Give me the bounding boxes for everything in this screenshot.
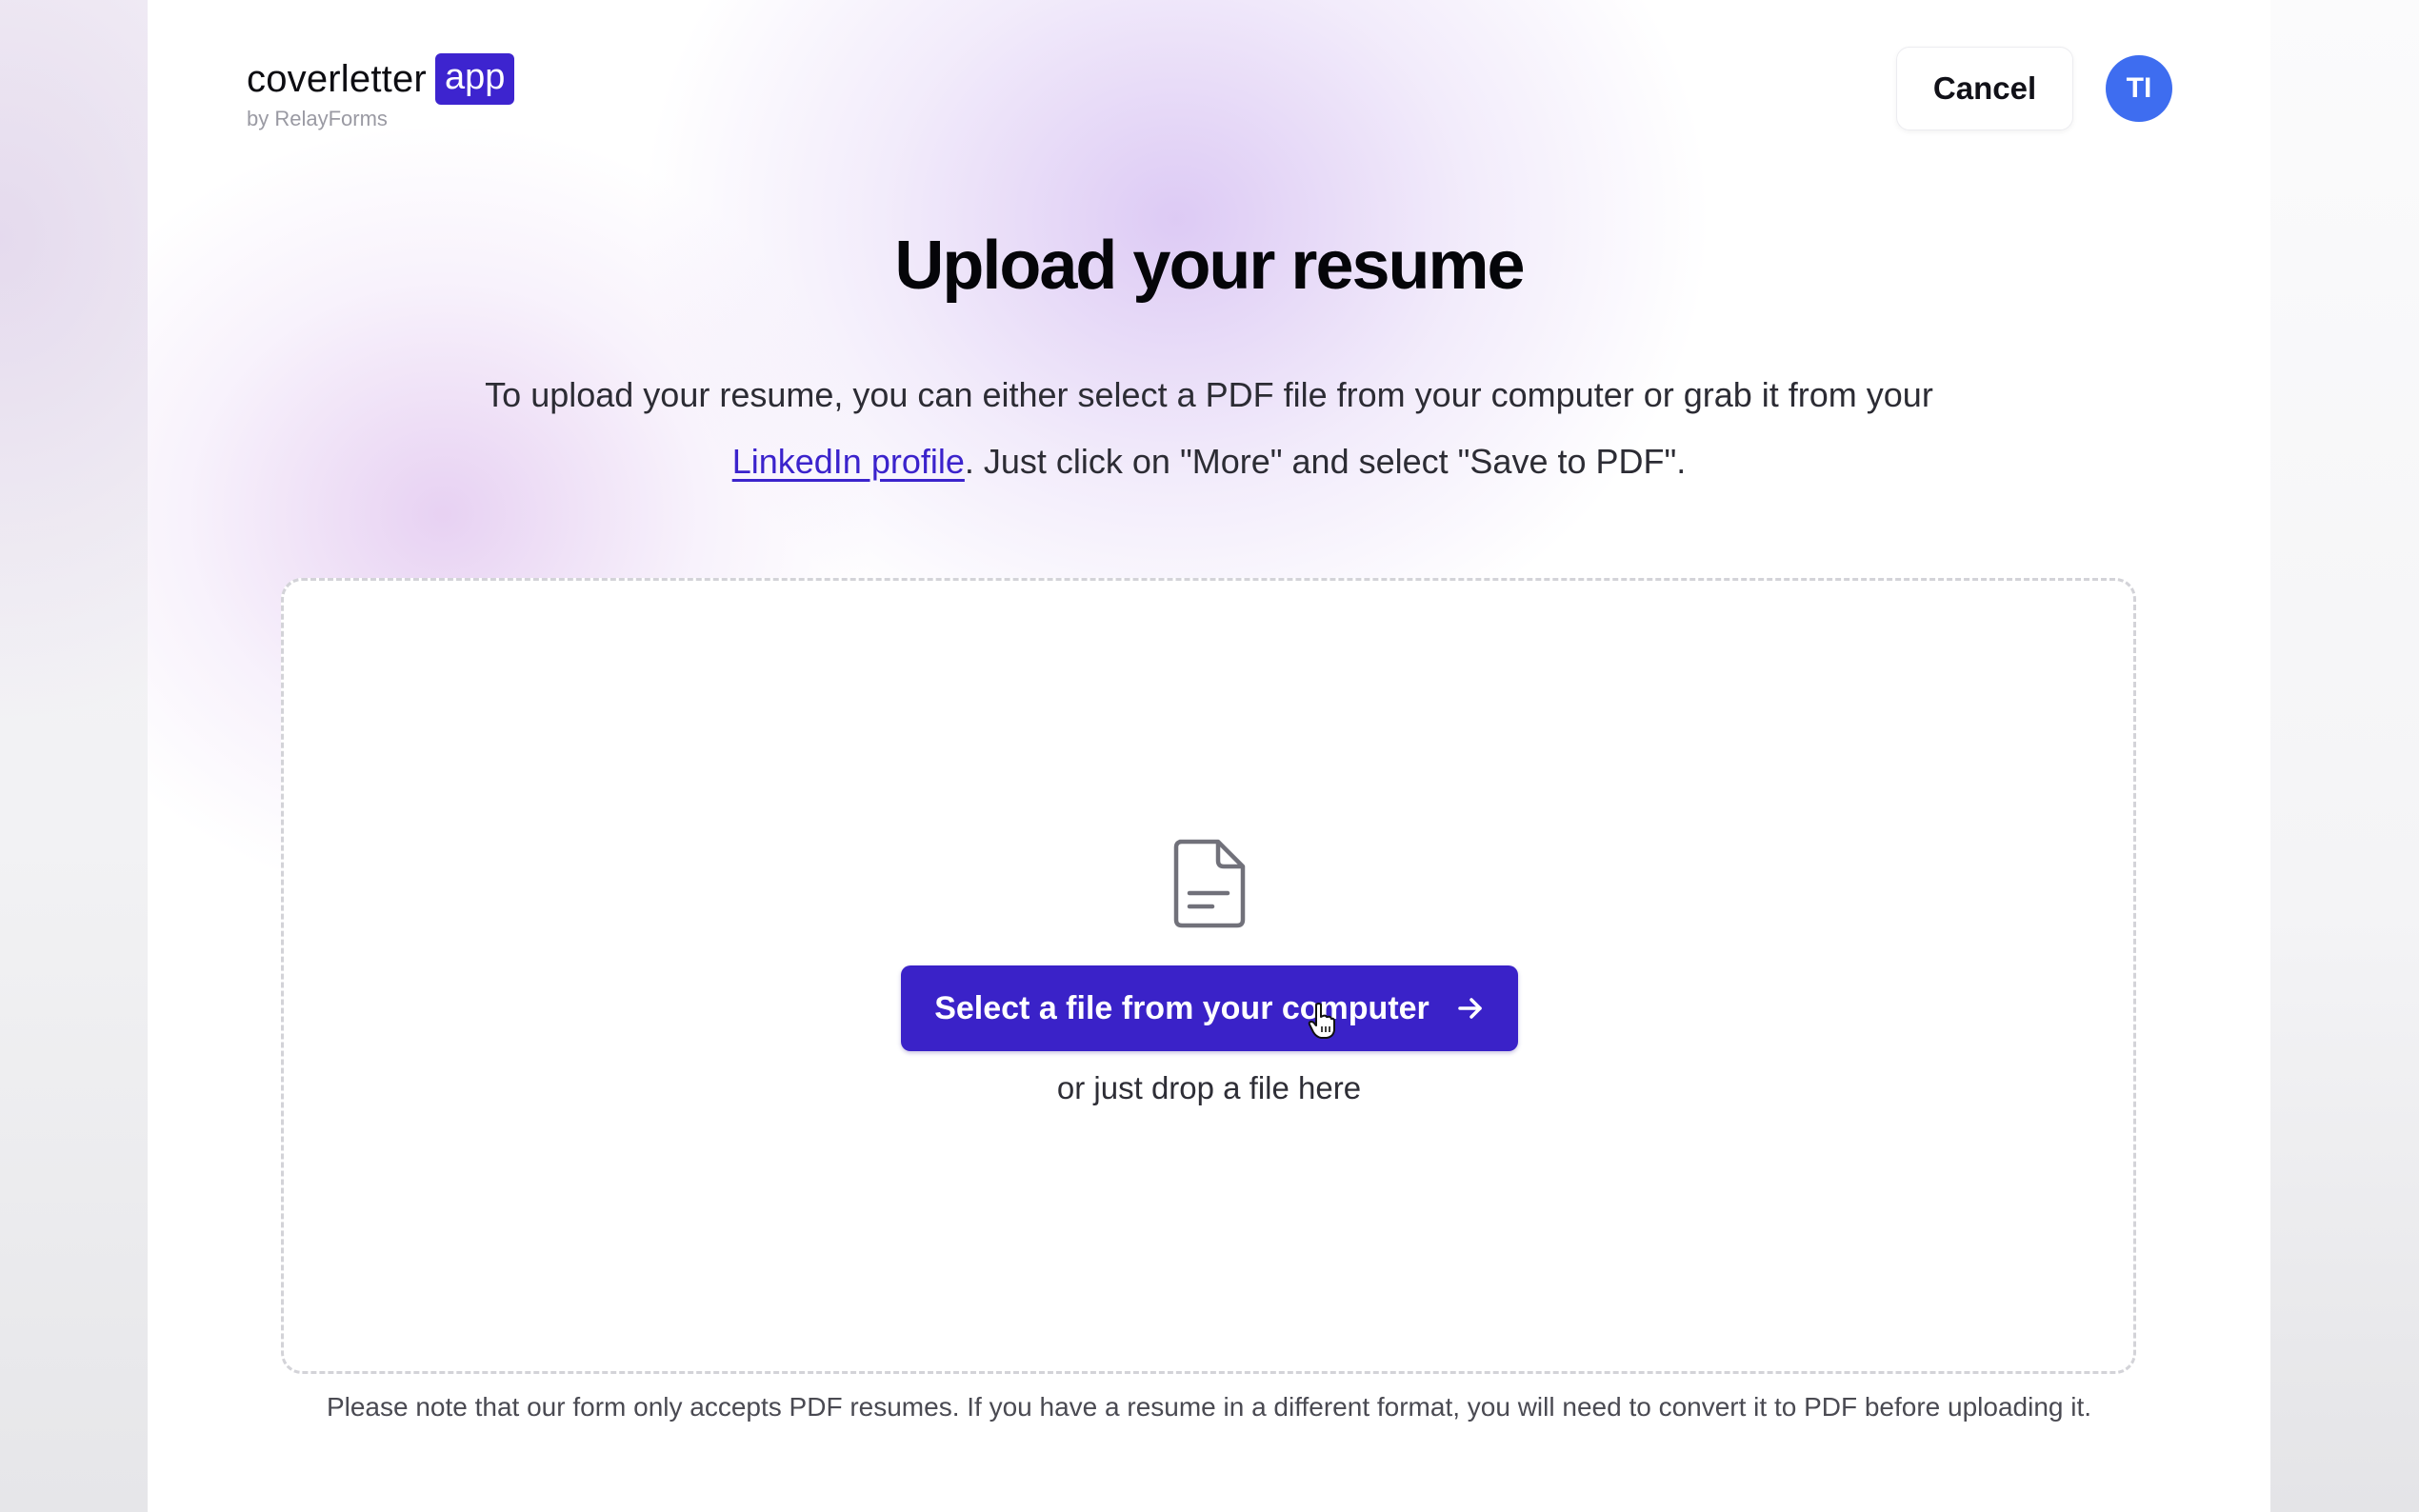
- app-logo[interactable]: coverletter app by RelayForms: [247, 50, 515, 131]
- select-file-button-label: Select a file from your computer: [934, 989, 1429, 1026]
- drop-hint: or just drop a file here: [1056, 1070, 1362, 1105]
- document-outline: [1173, 839, 1246, 928]
- arrow-right-icon: [1458, 998, 1482, 1019]
- logo-word: coverletter: [247, 57, 427, 100]
- upload-page: coverletter app by RelayForms Cancel TI …: [148, 0, 2270, 1512]
- outer-background-right: [2270, 0, 2419, 1512]
- pdf-only-note: Please note that our form only accepts P…: [326, 1392, 2092, 1422]
- logo-badge: app: [434, 53, 515, 105]
- hand-cursor-shape: [1308, 1003, 1335, 1039]
- user-avatar[interactable]: TI: [2106, 55, 2172, 122]
- hand-cursor-icon: [1308, 1003, 1335, 1039]
- logo-subtitle: by RelayForms: [247, 107, 388, 130]
- select-file-button[interactable]: Select a file from your computer: [901, 965, 1518, 1051]
- linkedin-profile-link[interactable]: LinkedIn profile: [732, 442, 965, 481]
- intro-text-start: To upload your resume, you can either se…: [485, 375, 1933, 414]
- document-icon: [1173, 839, 1246, 928]
- intro-text-end: . Just click on "More" and select "Save …: [964, 442, 1687, 481]
- page-title: Upload your resume: [894, 228, 1525, 304]
- cancel-button[interactable]: Cancel: [1896, 47, 2073, 130]
- intro-text: To upload your resume, you can either se…: [433, 362, 1985, 495]
- logo-wordmark: coverletter app: [247, 50, 515, 109]
